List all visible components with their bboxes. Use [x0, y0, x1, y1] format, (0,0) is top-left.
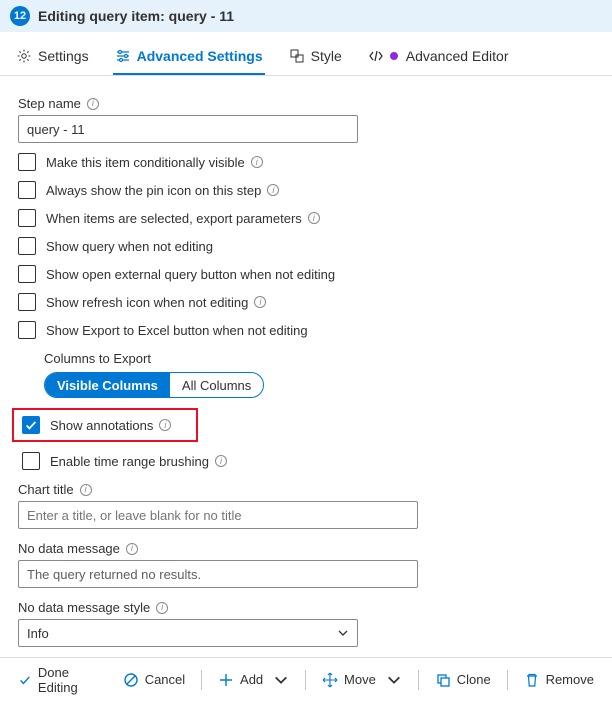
cancel-button[interactable]: Cancel — [115, 668, 193, 692]
check-show-query[interactable]: Show query when not editing — [18, 237, 594, 255]
check-label: Show open external query button when not… — [46, 267, 335, 282]
nodata-message-input[interactable] — [18, 560, 418, 588]
check-label: Always show the pin icon on this step — [46, 183, 279, 198]
info-icon[interactable] — [80, 484, 92, 496]
check-conditional-visible[interactable]: Make this item conditionally visible — [18, 153, 594, 171]
trash-icon — [524, 672, 540, 688]
check-label: Make this item conditionally visible — [46, 155, 263, 170]
move-button[interactable]: Move — [314, 668, 410, 692]
checkbox[interactable] — [22, 416, 40, 434]
check-open-external[interactable]: Show open external query button when not… — [18, 265, 594, 283]
header-title: Editing query item: query - 11 — [38, 8, 234, 24]
info-icon[interactable] — [267, 184, 279, 196]
footer-toolbar: Done Editing Cancel Add Move Clone Remov… — [0, 657, 612, 701]
checkbox[interactable] — [18, 293, 36, 311]
columns-export-block: Columns to Export Visible Columns All Co… — [44, 351, 594, 398]
tab-advanced-editor[interactable]: Advanced Editor — [366, 42, 511, 74]
status-dot-icon — [390, 52, 398, 60]
gear-icon — [16, 48, 32, 64]
columns-export-toggle[interactable]: Visible Columns All Columns — [44, 372, 264, 398]
divider — [305, 670, 306, 690]
checkbox[interactable] — [18, 209, 36, 227]
check-label: When items are selected, export paramete… — [46, 211, 320, 226]
divider — [418, 670, 419, 690]
tab-row: Settings Advanced Settings Style Advance… — [0, 32, 612, 76]
tab-label: Style — [311, 48, 342, 64]
info-icon[interactable] — [254, 296, 266, 308]
check-export-params[interactable]: When items are selected, export paramete… — [18, 209, 594, 227]
checkbox[interactable] — [18, 265, 36, 283]
nodata-message-label: No data message — [18, 541, 594, 556]
tab-label: Advanced Settings — [137, 48, 263, 64]
step-name-label: Step name — [18, 96, 594, 111]
check-show-annotations[interactable]: Show annotations — [22, 416, 192, 434]
remove-button[interactable]: Remove — [516, 668, 602, 692]
style-icon — [289, 48, 305, 64]
check-time-brushing[interactable]: Enable time range brushing — [22, 452, 594, 470]
nodata-style-label: No data message style — [18, 600, 594, 615]
pill-visible-columns[interactable]: Visible Columns — [45, 373, 170, 397]
check-export-excel[interactable]: Show Export to Excel button when not edi… — [18, 321, 594, 339]
cancel-icon — [123, 672, 139, 688]
check-label: Show annotations — [50, 418, 171, 433]
info-icon[interactable] — [251, 156, 263, 168]
divider — [507, 670, 508, 690]
chevron-down-icon — [273, 672, 289, 688]
tab-settings[interactable]: Settings — [14, 42, 91, 74]
check-label: Show query when not editing — [46, 239, 213, 254]
checkbox[interactable] — [18, 237, 36, 255]
highlight-annotation: Show annotations — [12, 408, 198, 442]
tab-advanced-settings[interactable]: Advanced Settings — [113, 42, 265, 74]
check-pin-icon[interactable]: Always show the pin icon on this step — [18, 181, 594, 199]
tab-label: Advanced Editor — [406, 48, 509, 64]
pill-all-columns[interactable]: All Columns — [170, 373, 263, 397]
check-label: Enable time range brushing — [50, 454, 227, 469]
tab-label: Settings — [38, 48, 89, 64]
clone-icon — [435, 672, 451, 688]
info-icon[interactable] — [215, 455, 227, 467]
info-icon[interactable] — [156, 602, 168, 614]
clone-button[interactable]: Clone — [427, 668, 499, 692]
tab-style[interactable]: Style — [287, 42, 344, 74]
checkbox[interactable] — [22, 452, 40, 470]
chevron-down-icon — [386, 672, 402, 688]
chart-title-label: Chart title — [18, 482, 594, 497]
info-icon[interactable] — [126, 543, 138, 555]
add-button[interactable]: Add — [210, 668, 297, 692]
divider — [201, 670, 202, 690]
checkbox[interactable] — [18, 153, 36, 171]
move-icon — [322, 672, 338, 688]
nodata-style-select[interactable]: Info — [18, 619, 358, 647]
check-label: Show refresh icon when not editing — [46, 295, 266, 310]
info-icon[interactable] — [308, 212, 320, 224]
step-name-input[interactable] — [18, 115, 358, 143]
plus-icon — [218, 672, 234, 688]
step-badge: 12 — [10, 6, 30, 26]
columns-export-label: Columns to Export — [44, 351, 594, 366]
chevron-down-icon — [337, 627, 349, 639]
check-refresh-icon[interactable]: Show refresh icon when not editing — [18, 293, 594, 311]
info-icon[interactable] — [87, 98, 99, 110]
checkbox[interactable] — [18, 321, 36, 339]
check-label: Show Export to Excel button when not edi… — [46, 323, 308, 338]
form-body: Step name Make this item conditionally v… — [0, 76, 612, 657]
done-editing-button[interactable]: Done Editing — [10, 661, 111, 699]
code-icon — [368, 48, 384, 64]
info-icon[interactable] — [159, 419, 171, 431]
check-icon — [18, 672, 32, 688]
select-value: Info — [27, 626, 49, 641]
checkbox[interactable] — [18, 181, 36, 199]
editor-header: 12 Editing query item: query - 11 — [0, 0, 612, 32]
sliders-icon — [115, 48, 131, 64]
chart-title-input[interactable] — [18, 501, 418, 529]
